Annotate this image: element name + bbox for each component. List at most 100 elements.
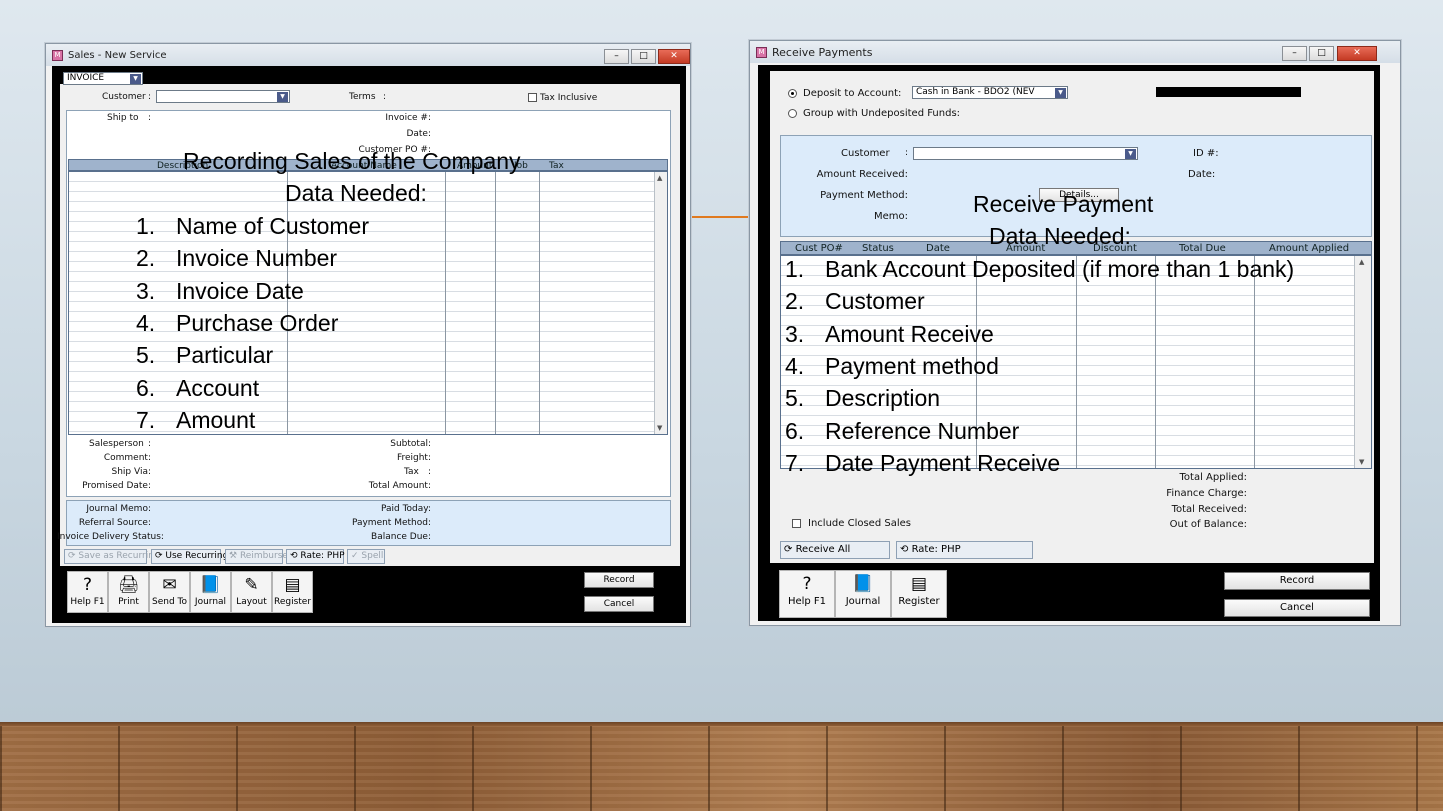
minimize-button[interactable]: – [604, 49, 629, 64]
maximize-button[interactable]: □ [631, 49, 656, 64]
total-received-label: Total Received: [1171, 504, 1247, 515]
register-tool-button[interactable]: ▤ Register [891, 570, 947, 618]
list-item: 5. Particular [136, 342, 274, 368]
promised-date-label: Promised Date: [82, 481, 151, 491]
rate-button[interactable]: ⟲ Rate: PHP [896, 541, 1033, 559]
payment-info-panel: Journal Memo: Referral Source: Invoice D… [57, 500, 671, 546]
customer-select[interactable]: ▼ [913, 147, 1138, 160]
maximize-button[interactable]: □ [1309, 46, 1334, 61]
minimize-button[interactable]: – [1282, 46, 1307, 61]
deposit-to-account-radio[interactable] [788, 89, 797, 98]
list-item: 2. Customer [785, 288, 925, 314]
register-icon: ▤ [910, 574, 928, 594]
cancel-button[interactable]: Cancel [584, 596, 654, 612]
list-item: 6. Reference Number [785, 418, 1020, 444]
help-tool-button[interactable]: ? Help F1 [67, 571, 108, 613]
spell-button[interactable]: ✓ Spell [347, 549, 385, 564]
print-tool-button[interactable]: 🖨 Print [108, 571, 149, 613]
send-to-tool-button[interactable]: ✉ Send To [149, 571, 190, 613]
sales-overlay-title: Recording Sales of the Company [183, 148, 521, 174]
reimburse-button[interactable]: ⚒ Reimburse [225, 549, 288, 564]
register-icon: ▤ [284, 575, 301, 595]
list-item: 4. Purchase Order [136, 310, 339, 336]
column-header: Date [926, 243, 950, 254]
finance-charge-label: Finance Charge: [1166, 488, 1247, 499]
register-tool-button[interactable]: ▤ Register [272, 571, 313, 613]
customer-label: Customer [841, 148, 890, 159]
close-button[interactable]: ✕ [1337, 46, 1377, 61]
help-icon: ? [802, 574, 812, 594]
journal-tool-button[interactable]: 📘 Journal [835, 570, 891, 618]
list-item: 5. Description [785, 385, 941, 411]
list-item: 7. Amount [136, 407, 256, 433]
record-button[interactable]: Record [1224, 572, 1370, 590]
payments-overlay-subtitle: Data Needed: [989, 223, 1131, 249]
memo-label: Memo: [873, 211, 908, 222]
referral-source-label: Referral Source: [78, 518, 151, 528]
list-item: 1. Name of Customer [136, 213, 370, 239]
scrollbar[interactable]: ▲ ▼ [1354, 256, 1371, 468]
column-header: Status [862, 243, 894, 254]
colon: : [148, 113, 152, 123]
list-item: 3. Amount Receive [785, 321, 994, 347]
total-amount-label: Total Amount: [368, 481, 431, 491]
column-header: Tax [549, 161, 564, 171]
form-type-select[interactable]: INVOICE ▼ [63, 72, 143, 85]
list-item: 7. Date Payment Receive [785, 450, 1061, 476]
column-header: Total Due [1179, 243, 1226, 254]
journal-tool-button[interactable]: 📘 Journal [190, 571, 231, 613]
cancel-button[interactable]: Cancel [1224, 599, 1370, 617]
connector-line [690, 216, 750, 218]
balance-redacted [1156, 87, 1301, 97]
ship-to-label: Ship to [107, 113, 139, 123]
column-header: Cust PO# [795, 243, 843, 254]
tax-inclusive-checkbox[interactable] [528, 93, 537, 102]
record-button[interactable]: Record [584, 572, 654, 588]
terms-label: Terms [349, 92, 376, 102]
app-icon: M [756, 46, 767, 58]
help-tool-button[interactable]: ? Help F1 [779, 570, 835, 618]
app-icon: M [52, 49, 63, 61]
include-closed-sales-checkbox[interactable] [792, 519, 801, 528]
total-applied-label: Total Applied: [1179, 472, 1248, 483]
sales-overlay-subtitle: Data Needed: [285, 180, 427, 206]
list-item: 2. Invoice Number [136, 245, 338, 271]
balance-due-label: Balance Due: [371, 532, 431, 542]
group-undeposited-label: Group with Undeposited Funds: [803, 108, 961, 119]
payment-method-label: Payment Method: [351, 518, 431, 528]
rate-button[interactable]: ⟲ Rate: PHP [286, 549, 345, 564]
date-label: Date: [1188, 169, 1216, 180]
payments-overlay-title: Receive Payment [973, 191, 1154, 217]
receive-all-button[interactable]: ⟳ Receive All [780, 541, 890, 559]
journal-memo-label: Journal Memo: [86, 504, 151, 514]
out-of-balance-label: Out of Balance: [1169, 519, 1247, 530]
wood-floor-background [0, 722, 1443, 811]
scrollbar[interactable]: ▲ ▼ [654, 172, 667, 434]
list-item: 1. Bank Account Deposited (if more than 1… [785, 256, 1295, 282]
list-item: 4. Payment method [785, 353, 999, 379]
amount-received-label: Amount Received: [816, 169, 908, 180]
customer-info-panel: Customer : ▼ ID #: Amount Received: Date… [780, 135, 1372, 237]
colon: : [905, 148, 909, 158]
paid-today-label: Paid Today: [380, 504, 431, 514]
salesperson-label: Salesperson [89, 439, 144, 449]
tax-label: Tax [404, 467, 419, 477]
tax-inclusive-label: Tax Inclusive [540, 93, 598, 103]
layout-tool-button[interactable]: ✎ Layout [231, 571, 272, 613]
customer-select[interactable]: ▼ [156, 90, 290, 103]
deposit-to-account-label: Deposit to Account: [803, 88, 902, 99]
window-title: Receive Payments [772, 45, 873, 59]
customer-label: Customer [102, 92, 146, 102]
help-icon: ? [82, 575, 93, 595]
colon: : [148, 439, 152, 449]
group-undeposited-radio[interactable] [788, 109, 797, 118]
ship-via-label: Ship Via: [111, 467, 152, 477]
date-label: Date: [406, 129, 431, 139]
list-item: 3. Invoice Date [136, 278, 304, 304]
close-button[interactable]: ✕ [658, 49, 690, 64]
deposit-account-select[interactable]: Cash in Bank - BDO2 (NEV ▼ [912, 86, 1068, 99]
invoice-number-label: Invoice #: [385, 113, 431, 123]
payment-method-label: Payment Method: [820, 190, 908, 201]
save-as-recurring-button[interactable]: ⟳ Save as Recurring [64, 549, 160, 564]
use-recurring-button[interactable]: ⟳ Use Recurring [151, 549, 228, 564]
